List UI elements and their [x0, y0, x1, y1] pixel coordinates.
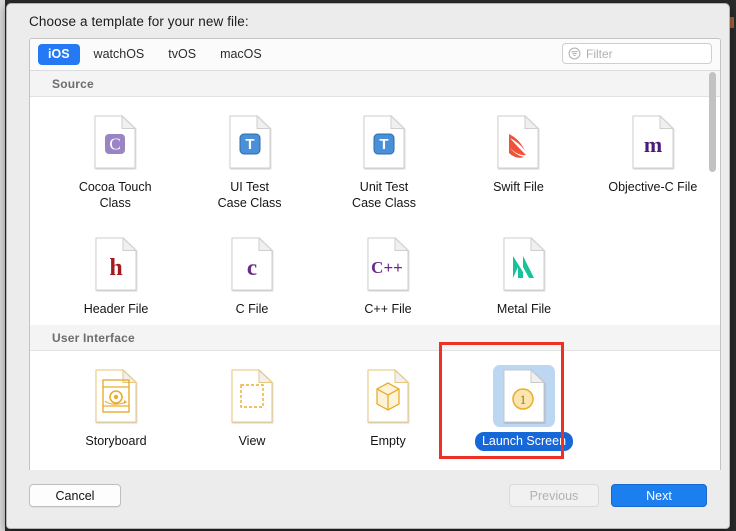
template-item-label: Objective-C File	[608, 180, 698, 194]
document-cocoa-touch-icon: C	[84, 111, 146, 173]
template-item-label: Swift File	[493, 180, 544, 194]
template-item[interactable]: 1 Launch Screen	[456, 365, 592, 451]
template-item-label: Storyboard	[85, 434, 147, 448]
new-file-template-dialog: Choose a template for your new file: iOS…	[6, 3, 730, 529]
template-item-label: Cocoa Touch Class	[78, 180, 152, 210]
vertical-scrollbar[interactable]	[707, 71, 718, 469]
document-objective-c-icon: m	[622, 111, 684, 173]
template-item-label: View	[238, 434, 266, 448]
template-item[interactable]: h Header File	[48, 233, 184, 319]
doc	[231, 368, 274, 423]
doc: 1	[503, 368, 546, 423]
dialog-footer: Cancel Previous Next	[7, 470, 729, 528]
doc: C	[94, 114, 137, 169]
template-item-label: Empty	[370, 434, 406, 448]
cancel-button[interactable]: Cancel	[29, 484, 121, 507]
template-item-label: Metal File	[496, 302, 552, 316]
template-item[interactable]: C++ C++ File	[320, 233, 456, 319]
template-scroll-area[interactable]: Source C Cocoa Touch Class T UI Test Cas…	[30, 71, 720, 471]
template-item-label: C File	[235, 302, 269, 316]
document-storyboard-icon	[85, 365, 147, 427]
doc: c	[231, 236, 274, 291]
platform-tabs: iOS watchOS tvOS macOS	[38, 44, 272, 65]
doc	[497, 114, 540, 169]
svg-text:m: m	[644, 132, 662, 157]
document-c-icon: c	[221, 233, 283, 295]
doc: T	[363, 114, 406, 169]
section-title: Source	[52, 76, 94, 91]
template-item-label: UI Test Case Class	[217, 180, 282, 210]
template-row: Storyboard View Empty 1 Launch Screen	[30, 351, 720, 457]
doc	[367, 368, 410, 423]
document-header-icon: h	[85, 233, 147, 295]
template-browser-panel: iOS watchOS tvOS macOS Filter Source C C…	[29, 38, 721, 472]
section-header: User Interface	[30, 325, 720, 351]
template-item[interactable]: Swift File	[451, 111, 585, 213]
doc	[503, 236, 546, 291]
doc: m	[632, 114, 675, 169]
template-item[interactable]: Metal File	[456, 233, 592, 319]
svg-text:h: h	[109, 255, 122, 281]
section-title: User Interface	[52, 330, 135, 345]
document-launch-screen-icon: 1	[493, 365, 555, 427]
template-item-label: Launch Screen	[474, 432, 574, 451]
template-item-label: Header File	[83, 302, 149, 316]
template-item[interactable]: Storyboard	[48, 365, 184, 451]
filter-input[interactable]: Filter	[562, 43, 712, 64]
svg-text:1: 1	[520, 392, 527, 407]
doc: T	[229, 114, 271, 169]
document-metal-icon	[493, 233, 555, 295]
template-item[interactable]: T Unit Test Case Class	[317, 111, 451, 213]
scrollbar-thumb[interactable]	[709, 72, 716, 172]
svg-text:T: T	[245, 136, 254, 153]
template-item-label: Unit Test Case Class	[352, 180, 416, 210]
previous-button[interactable]: Previous	[509, 484, 599, 507]
doc	[95, 368, 138, 423]
svg-text:C++: C++	[371, 258, 403, 277]
template-row: C Cocoa Touch Class T UI Test Case Class	[30, 97, 720, 219]
platform-tab-tvos[interactable]: tvOS	[158, 44, 206, 65]
window-left-edge	[0, 0, 5, 531]
platform-tab-bar: iOS watchOS tvOS macOS Filter	[30, 39, 720, 71]
svg-text:T: T	[379, 136, 388, 153]
platform-tab-macos[interactable]: macOS	[210, 44, 272, 65]
document-ui-test-icon: T	[219, 111, 281, 173]
template-item[interactable]: C Cocoa Touch Class	[48, 111, 182, 213]
template-item[interactable]: View	[184, 365, 320, 451]
document-unit-test-icon: T	[353, 111, 415, 173]
section-header: Source	[30, 71, 720, 97]
filter-circle-icon	[568, 47, 581, 60]
svg-text:c: c	[247, 255, 257, 280]
document-cpp-icon: C++	[357, 233, 419, 295]
template-item[interactable]: T UI Test Case Class	[182, 111, 316, 213]
template-row: h Header File c C File C++ C++ File Meta…	[30, 219, 720, 325]
platform-tab-watchos[interactable]: watchOS	[84, 44, 155, 65]
filter-placeholder: Filter	[586, 46, 613, 61]
next-button[interactable]: Next	[611, 484, 707, 507]
document-empty-icon	[357, 365, 419, 427]
document-swift-icon	[487, 111, 549, 173]
page-title: Choose a template for your new file:	[29, 14, 249, 29]
document-view-icon	[221, 365, 283, 427]
platform-tab-ios[interactable]: iOS	[38, 44, 80, 65]
doc: C++	[367, 236, 410, 291]
template-item[interactable]: m Objective-C File	[586, 111, 720, 213]
doc: h	[95, 236, 138, 291]
svg-text:C: C	[110, 135, 121, 154]
template-item[interactable]: Empty	[320, 365, 456, 451]
template-item-label: C++ File	[364, 302, 412, 316]
template-item[interactable]: c C File	[184, 233, 320, 319]
